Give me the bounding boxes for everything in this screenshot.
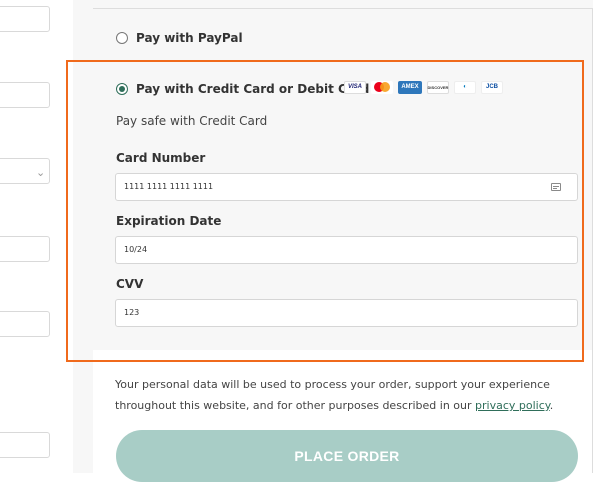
billing-field-5[interactable]	[0, 432, 50, 458]
billing-field-4[interactable]	[0, 311, 50, 337]
highlight-annotation-box	[66, 60, 584, 362]
chevron-down-icon: ⌄	[36, 166, 46, 179]
paypal-option-label[interactable]: Pay with PayPal	[136, 31, 243, 45]
privacy-policy-link[interactable]: privacy policy	[475, 399, 550, 412]
paypal-radio[interactable]	[116, 32, 128, 44]
billing-field-2[interactable]	[0, 82, 50, 108]
panel-top-border	[93, 8, 593, 9]
billing-field-3[interactable]	[0, 236, 50, 262]
billing-form-partial: ⌄	[0, 0, 73, 473]
billing-field-1[interactable]	[0, 6, 50, 32]
privacy-notice: Your personal data will be used to proce…	[115, 374, 585, 416]
privacy-suffix: .	[549, 399, 554, 412]
panel-right-border	[592, 8, 593, 473]
place-order-button[interactable]: PLACE ORDER	[116, 430, 578, 482]
